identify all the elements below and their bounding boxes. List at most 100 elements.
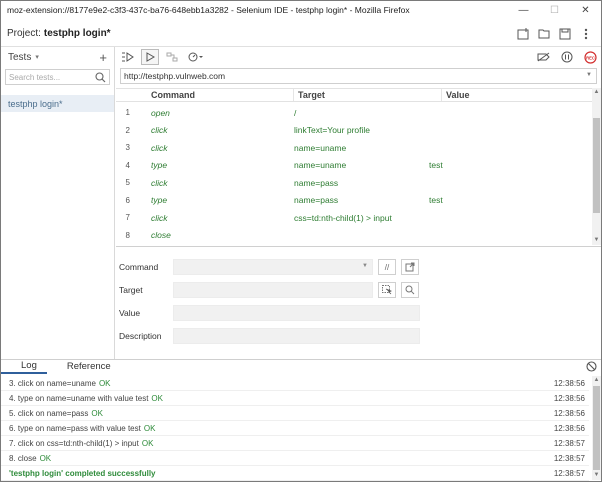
step-over-icon (166, 52, 178, 62)
record-button[interactable]: REC (581, 49, 599, 65)
play-icon (146, 52, 155, 62)
chevron-down-icon[interactable]: ▾ (35, 53, 39, 61)
log-time: 12:38:56 (553, 378, 585, 388)
table-row[interactable]: 2 click linkText=Your profile (116, 122, 594, 140)
table-row[interactable]: 6 type name=pass test (116, 192, 594, 210)
row-command: click (151, 125, 168, 136)
new-project-button[interactable] (514, 25, 532, 43)
test-speed-button[interactable] (185, 49, 207, 65)
table-header: Command Target Value (116, 88, 594, 102)
bottom-tabs: Log Reference (1, 360, 601, 374)
clear-log-button[interactable] (586, 361, 597, 374)
row-command: close (151, 230, 171, 241)
log-status: OK (141, 438, 154, 448)
log-time: 12:38:57 (553, 438, 585, 448)
search-tests-field (5, 69, 110, 85)
row-target: name=pass (294, 195, 339, 206)
breakpoint-off-icon (537, 52, 550, 62)
log-text: 4. type on name=uname with value test (9, 393, 149, 403)
pause-on-exceptions-button[interactable] (558, 49, 576, 65)
value-input[interactable] (173, 305, 420, 321)
disable-breakpoints-button[interactable] (535, 49, 553, 65)
row-command: click (151, 142, 168, 153)
log-status: OK (143, 423, 156, 433)
column-header-value: Value (446, 90, 470, 100)
add-test-button[interactable]: + (99, 50, 107, 65)
table-row[interactable]: 1 open / (116, 104, 594, 122)
command-select[interactable]: ▼ (173, 259, 373, 275)
maximize-button[interactable]: ☐ (539, 1, 570, 19)
row-number: 2 (125, 125, 130, 135)
log-entry: 3. click on name=uname OK 12:38:56 (1, 376, 589, 391)
project-header: Project: testphp login* (1, 21, 601, 47)
app-window: moz-extension://8177e9e2-c3f3-437c-ba76-… (0, 0, 602, 482)
log-entry-success: 'testphp login' completed successfully 12… (1, 466, 589, 481)
record-icon: REC (583, 50, 597, 64)
tab-reference[interactable]: Reference (47, 360, 121, 374)
description-input[interactable] (173, 328, 420, 344)
select-target-button[interactable] (378, 282, 396, 298)
tests-sidebar: Tests ▾ + testphp login* (1, 47, 115, 359)
pause-circle-icon (561, 51, 573, 63)
scroll-down-icon[interactable]: ▼ (592, 471, 601, 480)
test-item-testphp-login[interactable]: testphp login* (1, 95, 114, 112)
comment-toggle-button[interactable]: // (378, 259, 396, 275)
log-text: 3. click on name=uname (9, 378, 96, 388)
table-row[interactable]: 8 close (116, 227, 594, 245)
tests-dropdown[interactable]: Tests (8, 52, 31, 63)
log-entry: 4. type on name=uname with value test OK 1… (1, 391, 589, 406)
external-link-icon (405, 262, 415, 272)
log-status: OK (39, 453, 52, 463)
save-project-button[interactable] (556, 25, 574, 43)
scroll-up-icon[interactable]: ▲ (592, 88, 601, 97)
run-all-tests-button[interactable] (119, 49, 137, 65)
tests-header: Tests ▾ + (1, 47, 114, 67)
new-folder-icon (517, 28, 528, 40)
tab-log[interactable]: Log (1, 360, 47, 374)
row-target: linkText=Your profile (294, 125, 370, 136)
command-table-scrollbar[interactable]: ▲ ▼ (592, 88, 601, 245)
log-time: 12:38:57 (553, 453, 585, 463)
cursor-select-icon (382, 285, 392, 295)
scrollbar-thumb[interactable] (593, 386, 600, 470)
command-label: Command (119, 262, 159, 272)
target-input[interactable] (173, 282, 373, 298)
run-current-test-button[interactable] (141, 49, 159, 65)
table-row[interactable]: 4 type name=uname test (116, 157, 594, 175)
more-options-button[interactable] (577, 25, 595, 43)
window-title: moz-extension://8177e9e2-c3f3-437c-ba76-… (7, 5, 410, 15)
svg-text:REC: REC (586, 55, 595, 60)
project-label: Project: (7, 28, 41, 39)
project-name[interactable]: testphp login* (44, 28, 111, 39)
minimize-button[interactable]: — (508, 1, 539, 19)
search-icon (405, 285, 415, 295)
scroll-down-icon[interactable]: ▼ (592, 236, 601, 245)
editor-toolbar: REC (116, 47, 601, 67)
command-editor: Command ▼ // Target Value Description (116, 246, 601, 359)
open-reference-button[interactable] (401, 259, 419, 275)
log-scrollbar[interactable]: ▲ ▼ (592, 376, 601, 480)
close-window-button[interactable]: ✕ (570, 1, 601, 19)
table-row[interactable]: 7 click css=td:nth-child(1) > input (116, 209, 594, 227)
log-status: OK (98, 378, 111, 388)
table-row[interactable]: 5 click name=pass (116, 174, 594, 192)
scrollbar-thumb[interactable] (593, 118, 600, 213)
step-over-button[interactable] (163, 49, 181, 65)
chevron-down-icon: ▼ (362, 263, 368, 269)
find-target-button[interactable] (401, 282, 419, 298)
base-url-field[interactable]: http://testphp.vulnweb.com ▼ (120, 68, 597, 84)
log-status: OK (91, 408, 103, 418)
log-entry: 5. click on name=pass OK 12:38:56 (1, 406, 589, 421)
chevron-down-icon[interactable]: ▼ (586, 72, 592, 78)
log-text: 8. close (9, 453, 37, 463)
row-command: type (151, 160, 168, 171)
row-command: click (151, 177, 168, 188)
table-row[interactable]: 3 click name=uname (116, 139, 594, 157)
log-entry: 6. type on name=pass with value test OK 12… (1, 421, 589, 436)
kebab-menu-icon (584, 28, 588, 40)
scroll-up-icon[interactable]: ▲ (592, 376, 601, 385)
search-tests-input[interactable] (6, 70, 109, 84)
open-project-button[interactable] (535, 25, 553, 43)
log-time: 12:38:57 (553, 468, 585, 478)
log-entry: 8. close OK 12:38:57 (1, 451, 589, 466)
